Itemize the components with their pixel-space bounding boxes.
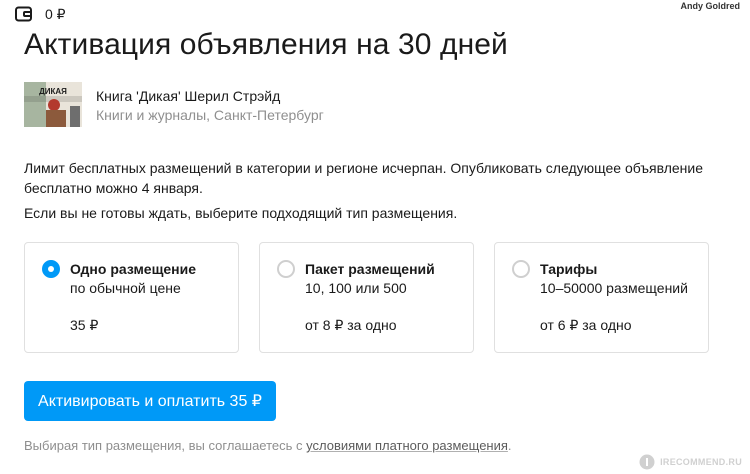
page-title: Активация объявления на 30 дней — [24, 28, 508, 61]
option-subtitle: 10–50000 размещений — [540, 280, 688, 296]
option-placement-package[interactable]: Пакет размещений 10, 100 или 500 от 8 ₽ … — [259, 242, 474, 353]
watermark-text: IRECOMMEND.RU — [660, 457, 742, 467]
option-tariffs[interactable]: Тарифы 10–50000 размещений от 6 ₽ за одн… — [494, 242, 709, 353]
watermark: IRECOMMEND.RU — [639, 454, 742, 470]
limit-notice: Лимит бесплатных размещений в категории … — [24, 160, 704, 196]
top-bar: 0 ₽ — [15, 5, 66, 23]
wallet-icon[interactable] — [15, 6, 33, 22]
placement-options: Одно размещение по обычной цене 35 ₽ Пак… — [24, 242, 709, 353]
activate-and-pay-button[interactable]: Активировать и оплатить 35 ₽ — [24, 381, 276, 421]
wallet-balance[interactable]: 0 ₽ — [45, 6, 66, 23]
option-subtitle: 10, 100 или 500 — [305, 280, 407, 296]
option-title: Тарифы — [540, 261, 598, 277]
option-subtitle: по обычной цене — [70, 280, 181, 296]
option-title: Одно размещение — [70, 261, 197, 277]
radio-tariffs[interactable] — [512, 260, 530, 278]
username: Andy Goldred — [680, 1, 740, 11]
option-price: 35 ₽ — [70, 317, 99, 333]
listing-subtitle: Книги и журналы, Санкт-Петербург — [96, 107, 324, 123]
placement-prompt: Если вы не готовы ждать, выберите подход… — [24, 205, 458, 221]
thumbnail-text: ДИКАЯ — [39, 87, 67, 96]
irecommend-logo-icon — [639, 454, 655, 470]
paid-terms-link[interactable]: условиями платного размещения — [306, 438, 508, 453]
option-price: от 6 ₽ за одно — [540, 317, 632, 333]
listing-thumbnail: ДИКАЯ — [24, 82, 82, 127]
option-price: от 8 ₽ за одно — [305, 317, 397, 333]
radio-placement-package[interactable] — [277, 260, 295, 278]
listing-summary: ДИКАЯ Книга 'Дикая' Шерил Стрэйд Книги и… — [24, 82, 324, 127]
agreement-text: Выбирая тип размещения, вы соглашаетесь … — [24, 438, 512, 453]
option-title: Пакет размещений — [305, 261, 435, 277]
option-single-placement[interactable]: Одно размещение по обычной цене 35 ₽ — [24, 242, 239, 353]
radio-single-placement[interactable] — [42, 260, 60, 278]
listing-title: Книга 'Дикая' Шерил Стрэйд — [96, 88, 281, 104]
